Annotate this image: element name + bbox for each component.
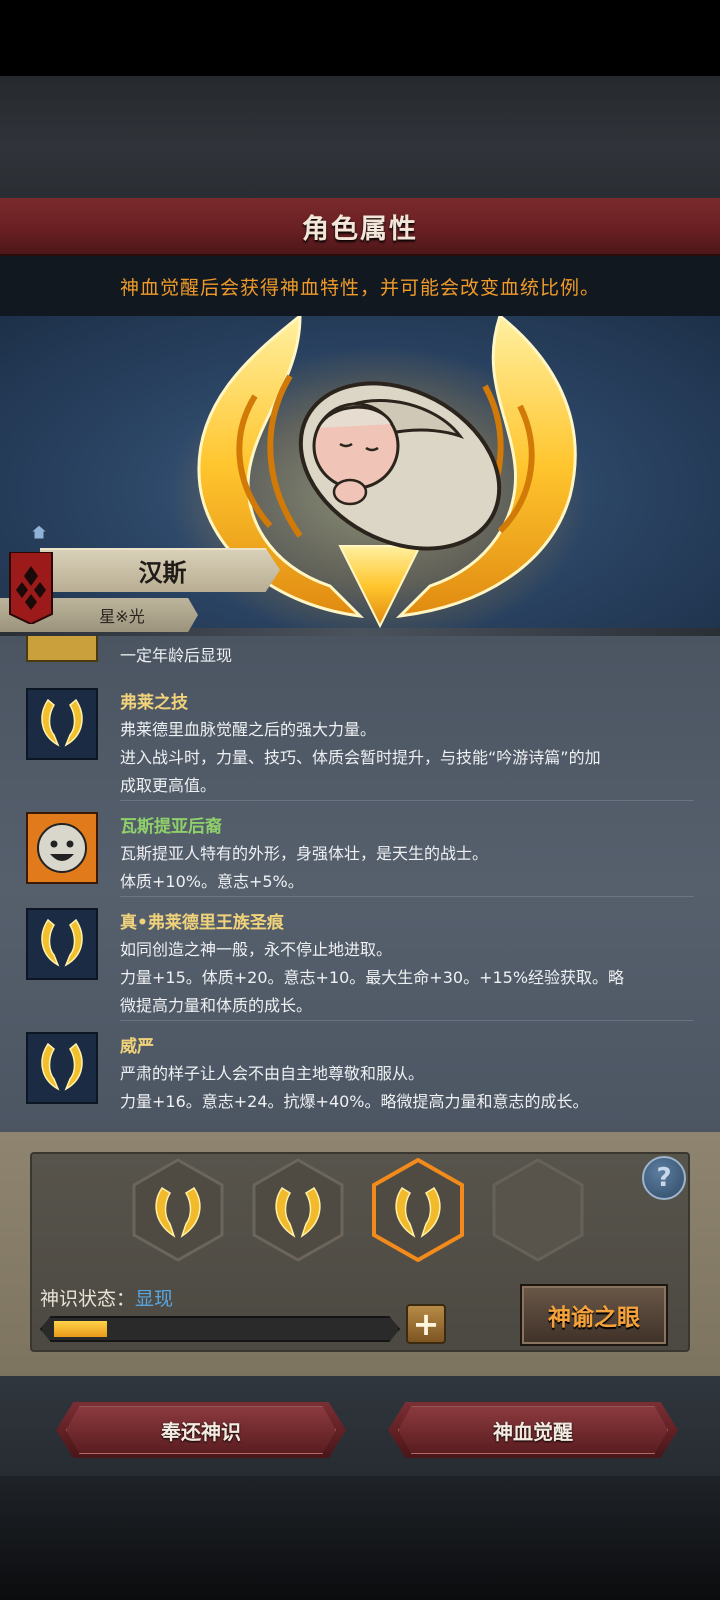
trait-divider — [120, 896, 694, 897]
blood-awaken-label: 神血觉醒 — [493, 1419, 573, 1444]
blood-awaken-button[interactable]: 神血觉醒 — [388, 1402, 678, 1458]
help-button[interactable]: ? — [642, 1156, 686, 1200]
golden-wings-icon — [26, 1032, 98, 1104]
hidden-trait-icon — [26, 636, 98, 662]
add-button[interactable]: + — [406, 1304, 446, 1344]
oracle-eye-label: 神谕之眼 — [548, 1305, 640, 1331]
trait-name: 瓦斯提亚后裔 — [120, 817, 222, 837]
trait-description: 进入战斗时，力量、技巧、体质会暂时提升，与技能“吟游诗篇”的加 — [120, 748, 601, 767]
family-crest-flag-icon[interactable] — [8, 552, 54, 624]
sense-slot-1[interactable] — [132, 1158, 224, 1262]
golden-wings-icon — [26, 688, 98, 760]
hint-bar: 神血觉醒后会获得神血特性，并可能会改变血统比例。 — [0, 256, 720, 316]
trait-description: 微提高力量和体质的成长。 — [120, 996, 313, 1015]
smiley-face-icon — [26, 812, 98, 884]
character-name: 汉斯 — [138, 558, 187, 587]
hint-text: 神血觉醒后会获得神血特性，并可能会改变血统比例。 — [119, 276, 600, 299]
house-icon — [30, 524, 48, 540]
trait-list[interactable]: 一定年龄后显现 弗莱之技 弗莱德里血脉觉醒之后的强大力量。 进入战斗时，力量、技… — [0, 636, 720, 1132]
golden-wings-icon — [26, 908, 98, 980]
sense-slot-2[interactable] — [252, 1158, 344, 1262]
trait-description: 如同创造之神一般，永不停止地进取。 — [120, 940, 393, 959]
character-title: 星※光 — [99, 607, 145, 626]
page-title: 角色属性 — [302, 213, 418, 245]
trait-description: 一定年龄后显现 — [120, 646, 233, 665]
progress-fill — [54, 1321, 107, 1337]
sense-status: 神识状态：显现 — [40, 1284, 173, 1311]
trait-name: 真•弗莱德里王族圣痕 — [120, 913, 284, 933]
return-sense-button[interactable]: 奉还神识 — [56, 1402, 346, 1458]
sense-slot-4-empty[interactable] — [492, 1158, 584, 1262]
trait-description: 力量+15。体质+20。意志+10。最大生命+30。+15%经验获取。略 — [120, 968, 625, 987]
top-black-area — [0, 0, 720, 76]
trait-description: 力量+16。意志+24。抗爆+40%。略微提高力量和意志的成长。 — [120, 1092, 589, 1111]
trait-description: 瓦斯提亚人特有的外形，身强体壮，是天生的战士。 — [120, 844, 489, 863]
trait-description: 严肃的样子让人会不由自主地尊敬和服从。 — [120, 1064, 425, 1083]
return-sense-label: 奉还神识 — [161, 1419, 241, 1444]
bottom-black-area — [0, 1476, 720, 1600]
sense-slot-3-selected[interactable] — [372, 1158, 464, 1262]
oracle-eye-button[interactable]: 神谕之眼 — [520, 1284, 668, 1346]
title-bar: 角色属性 — [0, 198, 720, 256]
sense-progress-bar — [40, 1316, 400, 1342]
trait-description: 体质+10%。意志+5%。 — [120, 872, 304, 891]
trait-name: 威严 — [120, 1037, 154, 1057]
sense-status-value: 显现 — [135, 1288, 174, 1310]
trait-divider — [120, 800, 694, 801]
top-band — [0, 76, 720, 198]
trait-name: 弗莱之技 — [120, 693, 188, 713]
sense-status-label: 神识状态： — [40, 1288, 136, 1310]
trait-divider — [120, 1020, 694, 1021]
trait-description: 弗莱德里血脉觉醒之后的强大力量。 — [120, 720, 377, 739]
trait-description: 成取更高值。 — [120, 776, 217, 795]
